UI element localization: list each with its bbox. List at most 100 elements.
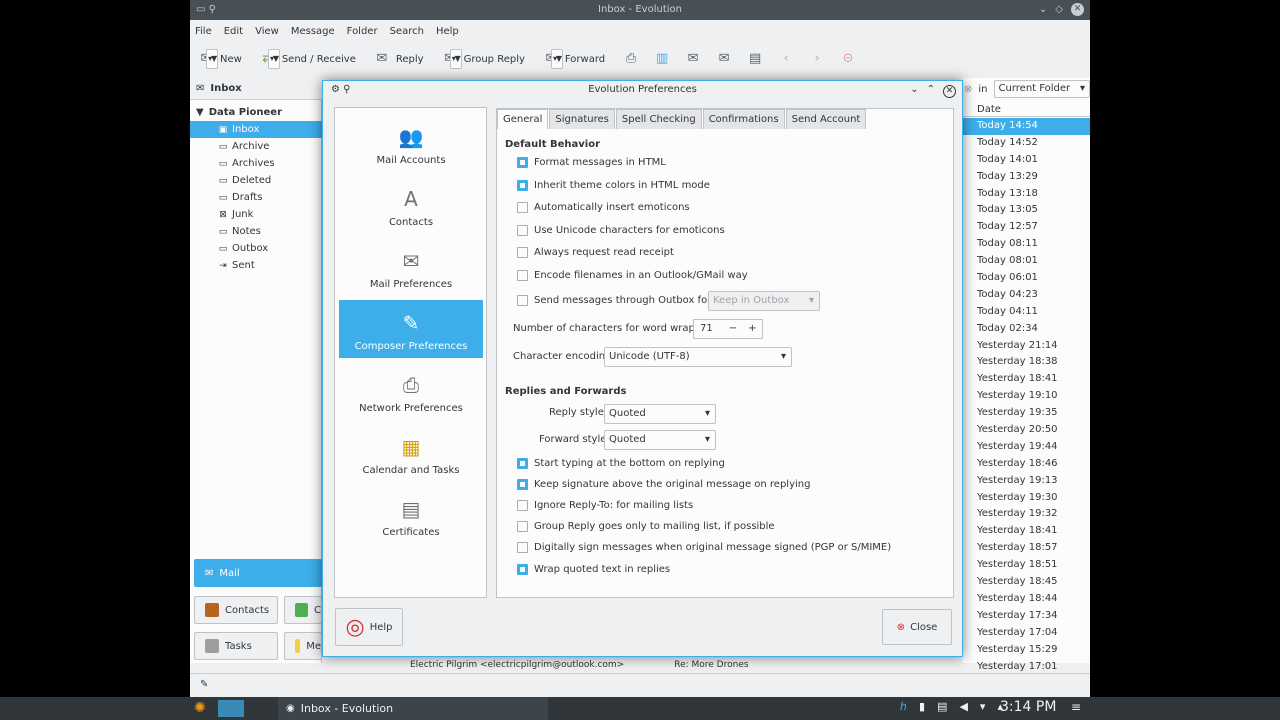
folder-deleted[interactable]: ▭ Deleted (190, 172, 322, 189)
wrap-spinbox[interactable]: 71 − + (693, 319, 763, 339)
insert-emoticons-checkbox[interactable]: Automatically insert emoticons (517, 202, 690, 213)
back-icon[interactable]: ‹ (778, 51, 794, 67)
group-reply-button[interactable]: ✉Group Reply▼ (442, 49, 525, 69)
print-icon[interactable]: ⎙ (623, 51, 639, 67)
unicode-emoticons-checkbox[interactable]: Use Unicode characters for emoticons (517, 225, 725, 236)
tab-confirmations[interactable]: Confirmations (702, 109, 785, 129)
inherit-theme-checkbox[interactable]: Inherit theme colors in HTML mode (517, 180, 710, 191)
menu-file[interactable]: File (195, 26, 212, 37)
minimize-icon[interactable]: ⌄ (1039, 0, 1047, 20)
hp-icon[interactable]: ℎ (900, 700, 907, 713)
message-row[interactable]: Yesterday 20:50 (962, 422, 1090, 439)
menu-help[interactable]: Help (436, 26, 459, 37)
folder-archives[interactable]: ▭ Archives (190, 155, 322, 172)
folder-drafts[interactable]: ▭ Drafts (190, 189, 322, 206)
close-icon[interactable]: ✕ (1071, 3, 1084, 16)
maximize-icon[interactable]: ⌃ (927, 81, 935, 99)
message-row[interactable]: Yesterday 18:51 (962, 557, 1090, 574)
outbox-delay-dropdown[interactable]: Keep in Outbox (708, 291, 820, 311)
ignore-replyto-checkbox[interactable]: Ignore Reply-To: for mailing lists (517, 500, 693, 511)
clear-search-icon[interactable]: ⊗ (964, 84, 972, 95)
message-row[interactable]: Today 14:52 (962, 135, 1090, 152)
menu-folder[interactable]: Folder (347, 26, 378, 37)
battery-icon[interactable]: ▮ (919, 700, 925, 713)
menu-search[interactable]: Search (390, 26, 424, 37)
message-row[interactable]: Today 06:01 (962, 270, 1090, 287)
message-row[interactable]: Yesterday 19:35 (962, 405, 1090, 422)
switch-contacts[interactable]: Contacts (194, 596, 278, 624)
message-row[interactable]: Yesterday 18:38 (962, 354, 1090, 371)
dialog-menu-icon[interactable]: ⚙ ⚲ (331, 81, 350, 99)
tab-send-account[interactable]: Send Account (785, 109, 867, 129)
panel-menu-icon[interactable]: ≡ (1071, 700, 1081, 714)
category-contacts[interactable]: A Contacts (339, 176, 483, 234)
help-button[interactable]: ◎ Help (335, 608, 403, 646)
message-row[interactable]: Today 14:01 (962, 152, 1090, 169)
minimize-icon[interactable]: ⌄ (910, 81, 918, 99)
message-row[interactable]: Yesterday 18:45 (962, 574, 1090, 591)
maximize-icon[interactable]: ◇ (1055, 0, 1063, 20)
menu-message[interactable]: Message (291, 26, 335, 37)
group-reply-checkbox[interactable]: Group Reply goes only to mailing list, i… (517, 521, 775, 532)
category-network-preferences[interactable]: ⎙ Network Preferences (339, 362, 483, 420)
pager-icon[interactable] (218, 700, 244, 717)
tab-signatures[interactable]: Signatures (549, 109, 615, 129)
clipboard-icon[interactable]: ▤ (937, 700, 947, 713)
category-certificates[interactable]: ▤ Certificates (339, 486, 483, 544)
window-menu-icon[interactable]: ▭ ⚲ (196, 0, 216, 20)
category-mail-preferences[interactable]: ✉ Mail Preferences (339, 238, 483, 296)
message-row[interactable]: Yesterday 19:44 (962, 439, 1090, 456)
category-calendar-tasks[interactable]: ▦ Calendar and Tasks (339, 424, 483, 482)
new-button[interactable]: ✉New▼ (198, 49, 242, 69)
offline-icon[interactable]: ✎ (200, 679, 208, 690)
message-row[interactable]: Today 04:11 (962, 304, 1090, 321)
launcher-icon[interactable]: ✺ (194, 700, 206, 716)
category-mail-accounts[interactable]: 👥 Mail Accounts (339, 114, 483, 172)
message-row[interactable]: Yesterday 19:30 (962, 490, 1090, 507)
message-row[interactable]: Today 08:01 (962, 253, 1090, 270)
encoding-dropdown[interactable]: Unicode (UTF-8) (604, 347, 792, 367)
format-html-checkbox[interactable]: Format messages in HTML (517, 157, 666, 168)
folder-archive[interactable]: ▭ Archive (190, 138, 322, 155)
increment-icon[interactable]: + (743, 320, 762, 338)
message-row[interactable]: Yesterday 18:44 (962, 591, 1090, 608)
outbox-checkbox[interactable]: Send messages through Outbox folder (517, 295, 727, 306)
tab-spell-checking[interactable]: Spell Checking (615, 109, 702, 129)
switch-calendar[interactable]: C (284, 596, 322, 624)
switch-mail[interactable]: ✉ Mail (194, 559, 322, 587)
clock[interactable]: 3:14 PM (1000, 699, 1056, 715)
date-column-header[interactable]: Date (962, 103, 1090, 117)
switch-memos[interactable]: Me (284, 632, 322, 660)
message-row[interactable]: Yesterday 17:34 (962, 608, 1090, 625)
switch-tasks[interactable]: Tasks (194, 632, 278, 660)
archive-icon[interactable]: ▤ (747, 51, 763, 67)
message-row[interactable]: Today 13:05 (962, 202, 1090, 219)
chevron-down-icon[interactable]: ▼ (206, 49, 219, 69)
menu-edit[interactable]: Edit (224, 26, 243, 37)
wrap-value[interactable]: 71 (694, 320, 723, 338)
expand-icon[interactable]: ▼ (196, 107, 204, 118)
decrement-icon[interactable]: − (723, 320, 742, 338)
message-row[interactable]: Today 02:34 (962, 321, 1090, 338)
search-scope-dropdown[interactable]: Current Folder (993, 80, 1090, 98)
forward-nav-icon[interactable]: › (809, 51, 825, 67)
message-row[interactable]: Yesterday 18:41 (962, 371, 1090, 388)
close-icon[interactable]: ✕ (943, 84, 956, 98)
folder-sent[interactable]: ⇥ Sent (190, 257, 322, 274)
chevron-down-icon[interactable]: ▼ (449, 49, 462, 69)
chevron-down-icon[interactable]: ▼ (550, 49, 564, 69)
close-button[interactable]: ⊗ Close (882, 609, 952, 645)
forward-button[interactable]: ✉Forward▼ (543, 49, 605, 69)
message-row[interactable]: Yesterday 18:46 (962, 456, 1090, 473)
message-row[interactable]: Today 14:54 (962, 118, 1090, 135)
account-node[interactable]: ▼ Data Pioneer (190, 104, 322, 121)
network-icon[interactable]: ▾ (980, 700, 986, 713)
digitally-sign-checkbox[interactable]: Digitally sign messages when original me… (517, 542, 891, 553)
stop-icon[interactable]: ⊝ (840, 51, 856, 67)
message-row[interactable]: Yesterday 18:57 (962, 540, 1090, 557)
volume-icon[interactable]: ◀ (959, 700, 967, 713)
reply-button[interactable]: ✉ Reply (374, 52, 423, 66)
message-row[interactable]: Yesterday 17:04 (962, 625, 1090, 642)
message-row[interactable]: Today 13:29 (962, 169, 1090, 186)
folder-outbox[interactable]: ▭ Outbox (190, 240, 322, 257)
